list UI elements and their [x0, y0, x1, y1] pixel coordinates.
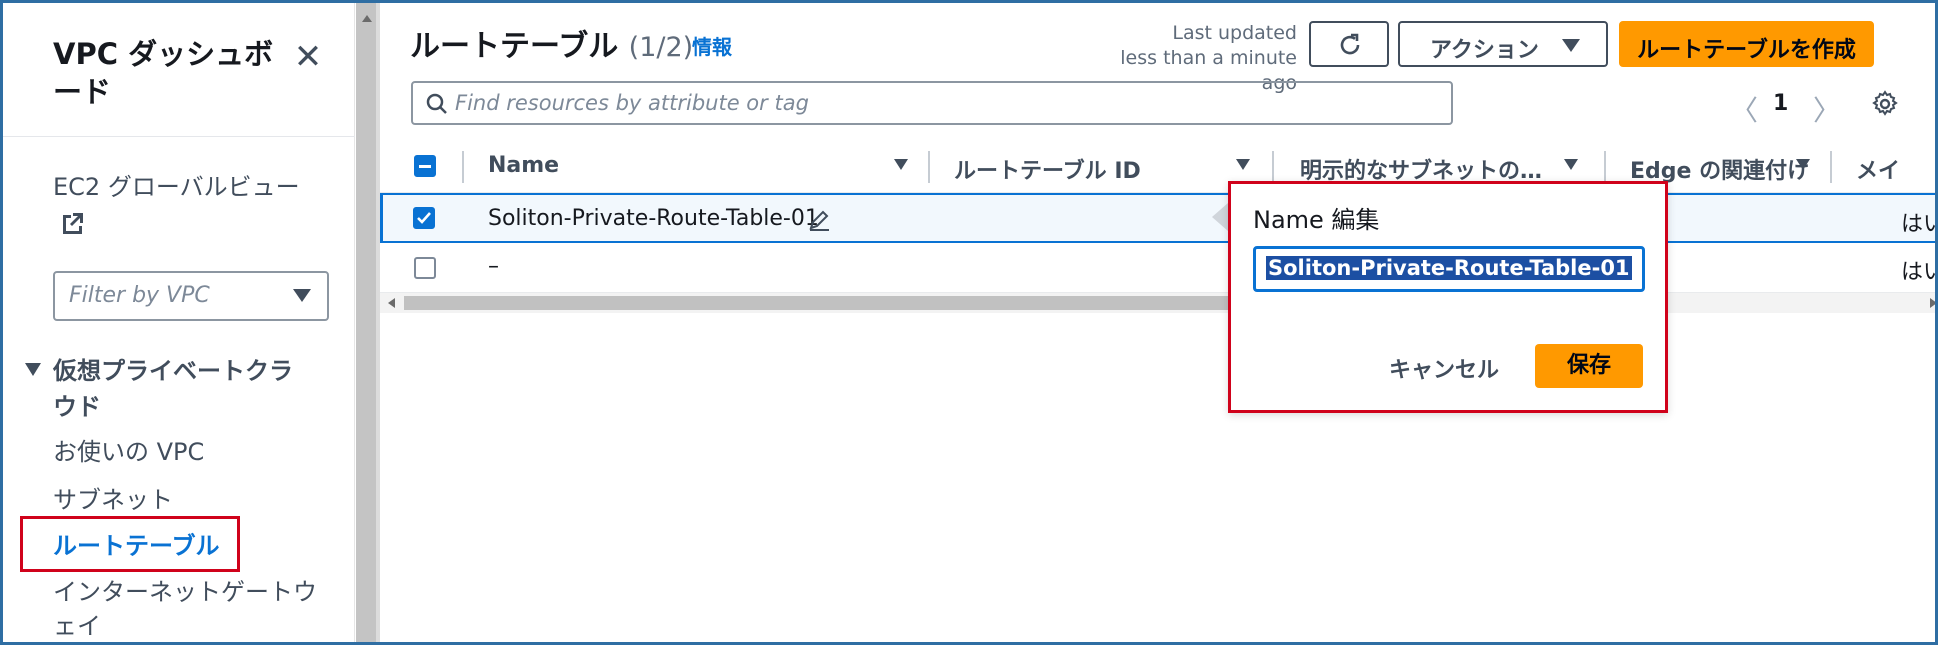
scroll-up-arrow-icon[interactable] [362, 15, 372, 22]
route-tables-highlight-box [20, 516, 240, 572]
sort-caret-icon[interactable] [894, 159, 908, 170]
column-divider [462, 151, 464, 183]
next-page-icon[interactable]: 〉 [1813, 89, 1841, 129]
page-title-text: ルートテーブル [410, 29, 619, 64]
actions-label: アクション [1430, 38, 1539, 63]
table-header: Name ルートテーブル ID 明示的なサブネットの… Edge の関連付け メ… [380, 141, 1935, 193]
column-divider [1272, 151, 1274, 183]
table-row[interactable]: – – – はい [380, 243, 1935, 293]
scroll-left-arrow-icon[interactable] [388, 298, 395, 308]
sidebar-item-subnets[interactable]: サブネット [53, 483, 173, 517]
sidebar-item-ec2-global-view[interactable]: EC2 グローバルビュー [53, 171, 300, 203]
row-checkbox[interactable] [414, 257, 436, 279]
row-name: – [488, 254, 499, 279]
current-page-number[interactable]: 1 [1773, 91, 1788, 116]
last-updated-label: Last updated [1172, 22, 1297, 44]
page-title: ルートテーブル (1/2) [410, 21, 693, 65]
column-header-name[interactable]: Name [488, 153, 559, 178]
column-header-route-table-id[interactable]: ルートテーブル ID [954, 153, 1141, 185]
cancel-button[interactable]: キャンセル [1389, 352, 1499, 384]
popover-title: Name 編集 [1253, 206, 1380, 234]
search-placeholder: Find resources by attribute or tag [455, 91, 809, 115]
create-route-table-label: ルートテーブルを作成 [1637, 38, 1856, 63]
section-caret-down-icon[interactable] [25, 363, 41, 376]
sidebar-item-your-vpcs[interactable]: お使いの VPC [53, 435, 204, 469]
name-edit-popover: Name 編集 Soliton-Private-Route-Table-01 キ… [1228, 181, 1668, 413]
column-divider [1830, 151, 1832, 183]
info-link[interactable]: 情報 [692, 31, 732, 60]
search-icon [426, 93, 447, 114]
sidebar-header: VPC ダッシュボード ✕ [3, 3, 355, 137]
row-main: はい [1901, 260, 1935, 285]
refresh-button[interactable] [1309, 21, 1389, 67]
row-checkbox[interactable] [413, 207, 435, 229]
popover-arrow [1212, 203, 1228, 231]
table-row[interactable]: Soliton-Private-Route-Table-01 – – はい [380, 193, 1935, 243]
external-link-icon[interactable] [59, 209, 87, 237]
vpc-filter-select[interactable]: Filter by VPC [53, 271, 329, 321]
checkmark-icon [417, 212, 431, 224]
row-main: はい [1901, 212, 1935, 237]
sidebar-section-vpc[interactable]: 仮想プライベートクラウド [53, 353, 313, 425]
sidebar-scrollbar[interactable] [356, 3, 376, 642]
sidebar-title: VPC ダッシュボード [53, 37, 274, 109]
row-name: Soliton-Private-Route-Table-01 [488, 206, 819, 231]
column-header-main[interactable]: メイ [1856, 153, 1900, 185]
save-button[interactable]: 保存 [1535, 344, 1643, 388]
name-input[interactable]: Soliton-Private-Route-Table-01 [1253, 246, 1645, 292]
caret-down-icon [1562, 39, 1580, 52]
select-all-checkbox[interactable] [414, 155, 436, 177]
vpc-filter-placeholder: Filter by VPC [69, 283, 210, 308]
edit-pencil-icon[interactable] [807, 208, 831, 232]
column-divider [1604, 151, 1606, 183]
sidebar-item-internet-gateways[interactable]: インターネットゲートウェイ [53, 575, 323, 642]
actions-dropdown-button[interactable]: アクション [1398, 21, 1608, 67]
refresh-icon [1340, 33, 1360, 55]
sort-caret-icon[interactable] [1796, 159, 1810, 170]
window-frame: VPC ダッシュボード ✕ EC2 グローバルビュー Filter by VPC… [0, 0, 1938, 645]
sidebar: VPC ダッシュボード ✕ EC2 グローバルビュー Filter by VPC… [3, 3, 355, 642]
sort-caret-icon[interactable] [1236, 159, 1250, 170]
caret-down-icon [293, 289, 311, 302]
previous-page-icon[interactable]: 〈 [1730, 89, 1758, 129]
gear-icon[interactable] [1870, 89, 1900, 119]
name-input-value: Soliton-Private-Route-Table-01 [1266, 256, 1632, 280]
horizontal-scrollbar[interactable] [380, 293, 1935, 313]
scroll-right-arrow-icon[interactable] [1930, 298, 1935, 308]
column-divider [928, 151, 930, 183]
sort-caret-icon[interactable] [1564, 159, 1578, 170]
selection-count: (1/2) [628, 32, 694, 63]
close-icon[interactable]: ✕ [288, 37, 328, 77]
search-input[interactable]: Find resources by attribute or tag [411, 81, 1453, 125]
main-content: ルートテーブル (1/2) 情報 Last updated less than … [380, 3, 1935, 642]
create-route-table-button[interactable]: ルートテーブルを作成 [1619, 21, 1874, 67]
